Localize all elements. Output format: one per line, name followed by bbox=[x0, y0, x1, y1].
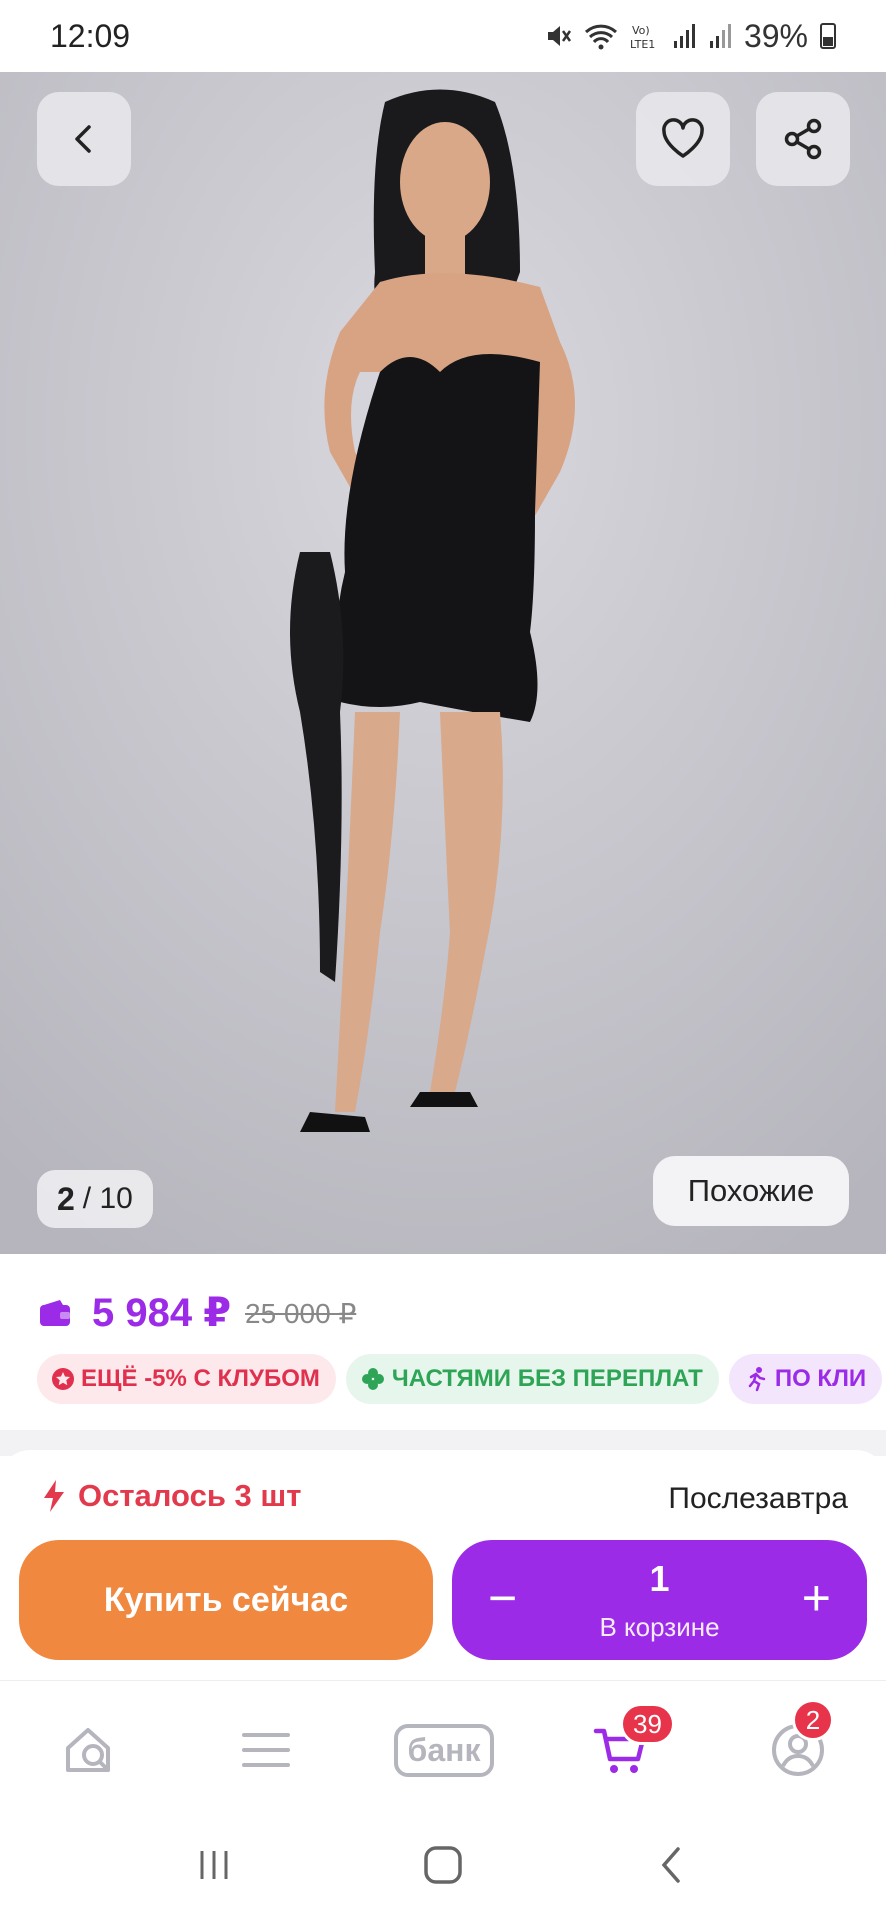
current-price: 5 984 ₽ bbox=[92, 1291, 232, 1335]
favorite-button[interactable] bbox=[636, 92, 730, 186]
old-price: 25 000 ₽ bbox=[245, 1297, 357, 1329]
image-counter-total: / 10 bbox=[82, 1182, 133, 1215]
product-image-gallery[interactable]: 2 / 10 Похожие bbox=[0, 72, 886, 1254]
cart-stepper: − 1 В корзине + bbox=[452, 1540, 867, 1660]
battery-percent: 39% bbox=[743, 17, 808, 54]
signal-icon bbox=[673, 24, 695, 48]
chip-one-click-label: ПО КЛИ bbox=[774, 1365, 867, 1392]
home-icon[interactable] bbox=[422, 1844, 464, 1886]
price-card: 5 984 ₽ 25 000 ₽ ЕЩЁ -5% С КЛУБОМ ЧАСТЯМ… bbox=[0, 1254, 886, 1430]
recent-apps-icon[interactable] bbox=[194, 1845, 234, 1885]
delivery-date: Послезавтра bbox=[668, 1482, 848, 1515]
buy-now-button[interactable]: Купить сейчас bbox=[19, 1540, 433, 1660]
back-icon[interactable] bbox=[652, 1845, 692, 1885]
volte-icon: Vo)LTE1 bbox=[630, 24, 655, 51]
system-navigation-bar bbox=[0, 1810, 886, 1920]
product-page: 12:09 Vo) LTE1 39% 2 / 10 Похожие 5 984 … bbox=[0, 0, 886, 1920]
bank-logo: банк bbox=[393, 1723, 495, 1777]
chip-one-click[interactable]: ПО КЛИ bbox=[728, 1354, 883, 1404]
product-photo bbox=[0, 72, 886, 1254]
chip-club-label: ЕЩЁ -5% С КЛУБОМ bbox=[81, 1365, 320, 1392]
image-counter: 2 / 10 bbox=[37, 1170, 153, 1228]
status-icons: Vo) LTE1 39% bbox=[544, 18, 836, 55]
nav-cart[interactable]: 39 bbox=[580, 1703, 675, 1785]
purchase-panel: Осталось 3 шт Послезавтра Купить сейчас … bbox=[0, 1450, 886, 1680]
chip-club-discount[interactable]: ЕЩЁ -5% С КЛУБОМ bbox=[37, 1354, 336, 1404]
menu-icon bbox=[242, 1733, 290, 1767]
signal-icon-2 bbox=[709, 24, 731, 48]
mute-icon bbox=[547, 26, 571, 46]
profile-badge: 2 bbox=[792, 1699, 834, 1741]
chip-installments-label: ЧАСТЯМИ БЕЗ ПЕРЕПЛАТ bbox=[391, 1365, 703, 1392]
heart-icon bbox=[662, 118, 704, 158]
stock-text: Осталось 3 шт bbox=[78, 1478, 302, 1513]
status-bar: 12:09 Vo) LTE1 39% bbox=[0, 0, 886, 72]
home-search-icon bbox=[66, 1728, 110, 1772]
nav-catalog[interactable] bbox=[226, 1715, 306, 1785]
lightning-icon bbox=[44, 1480, 64, 1512]
price-row: 5 984 ₽ 25 000 ₽ bbox=[38, 1290, 356, 1336]
nav-profile[interactable]: 2 bbox=[758, 1699, 838, 1785]
star-badge-icon bbox=[51, 1367, 75, 1391]
chip-installments[interactable]: ЧАСТЯМИ БЕЗ ПЕРЕПЛАТ bbox=[345, 1354, 719, 1404]
similar-button[interactable]: Похожие bbox=[653, 1156, 849, 1226]
wifi-icon bbox=[584, 24, 617, 50]
clover-icon bbox=[360, 1366, 386, 1392]
back-button[interactable] bbox=[37, 92, 131, 186]
nav-bank[interactable]: банк bbox=[384, 1715, 504, 1785]
battery-icon bbox=[820, 23, 836, 49]
chevron-left-icon bbox=[75, 125, 91, 153]
bottom-navigation: банк 39 2 bbox=[0, 1680, 886, 1810]
svg-text:LTE1: LTE1 bbox=[630, 38, 655, 51]
increase-button[interactable]: + bbox=[802, 1570, 831, 1626]
promo-chips: ЕЩЁ -5% С КЛУБОМ ЧАСТЯМИ БЕЗ ПЕРЕПЛАТ ПО… bbox=[37, 1354, 883, 1404]
status-time: 12:09 bbox=[50, 17, 131, 54]
running-person-icon bbox=[743, 1366, 769, 1392]
stock-info: Осталось 3 шт bbox=[40, 1478, 301, 1514]
image-counter-current: 2 bbox=[57, 1180, 75, 1217]
cart-badge: 39 bbox=[620, 1703, 675, 1745]
wallet-icon bbox=[40, 1300, 70, 1326]
nav-home[interactable] bbox=[50, 1715, 130, 1785]
share-icon bbox=[784, 118, 822, 160]
svg-text:Vo): Vo) bbox=[632, 24, 650, 37]
share-button[interactable] bbox=[756, 92, 850, 186]
